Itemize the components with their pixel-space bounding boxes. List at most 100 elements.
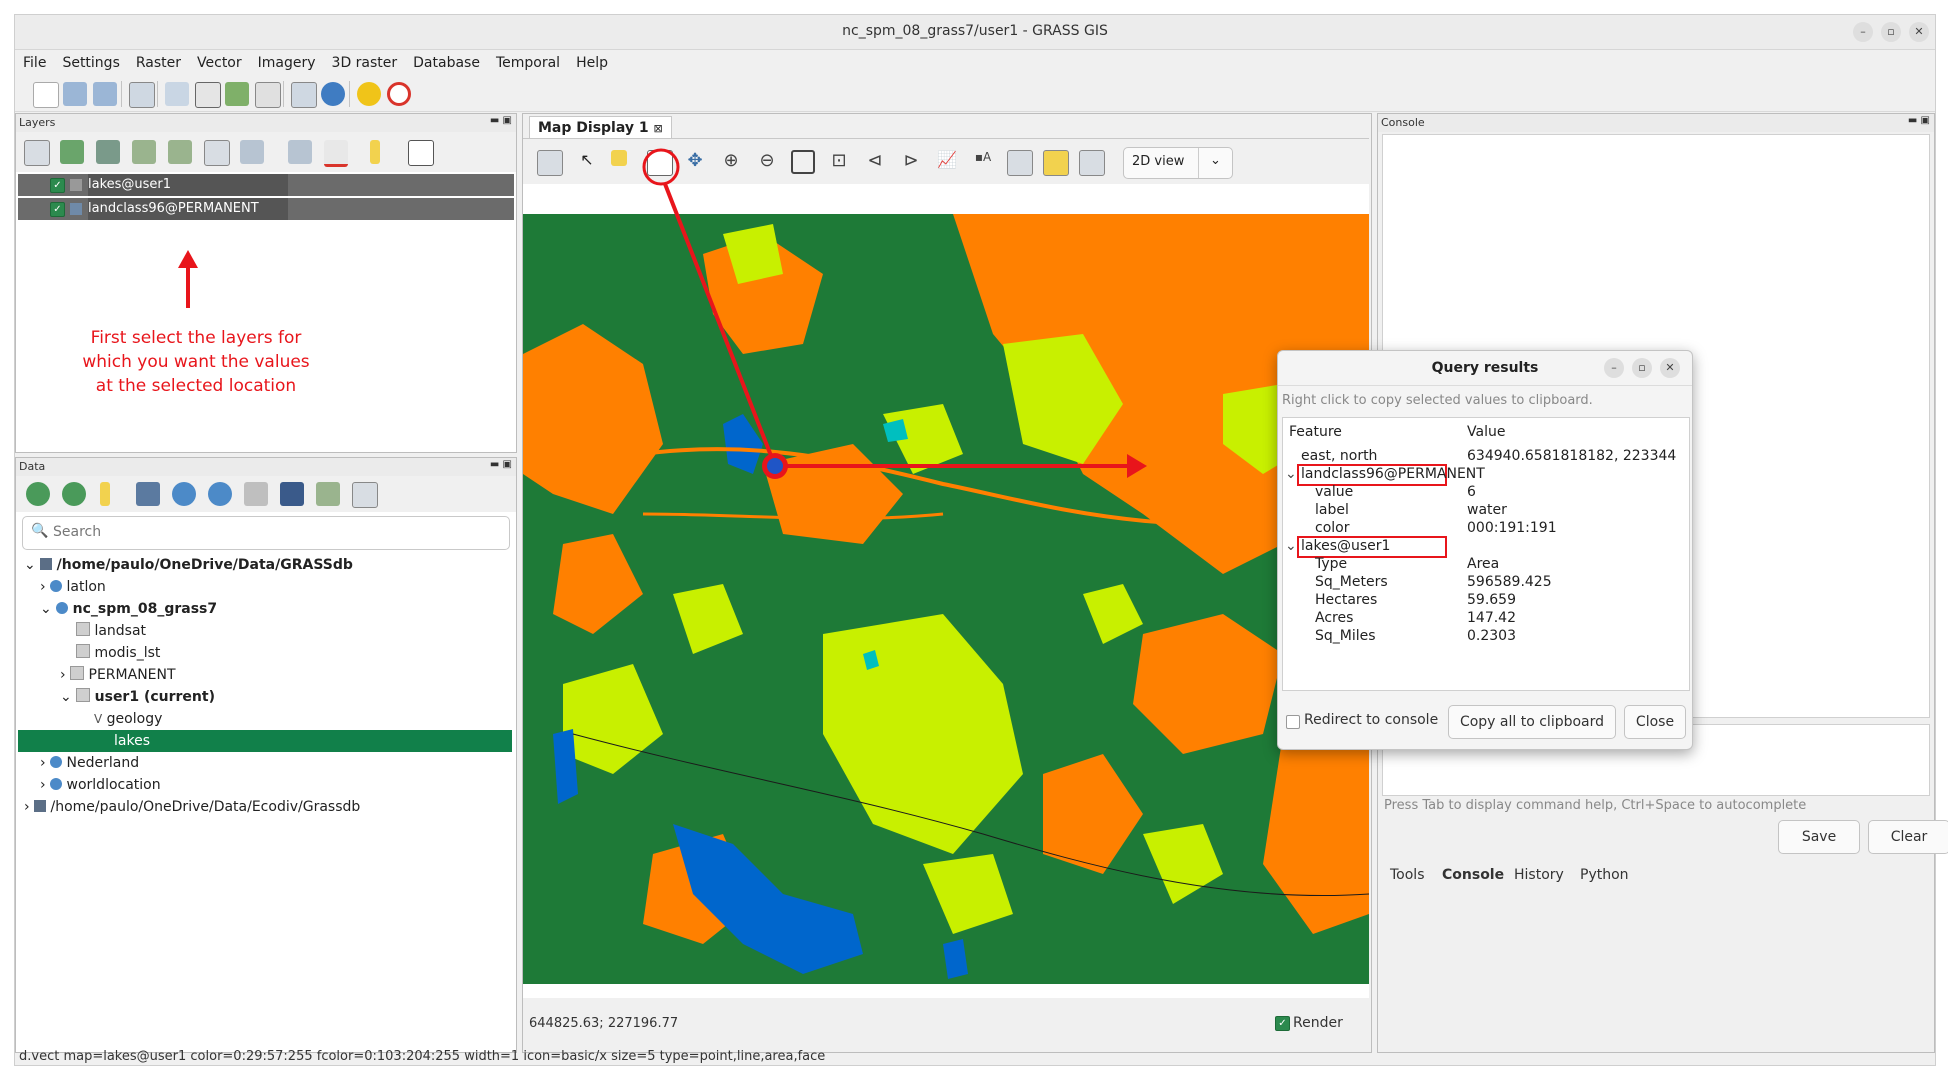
zoom-in-icon[interactable]: ⊕ <box>719 150 743 174</box>
tree-item-worldlocation[interactable]: › worldlocation <box>40 774 161 796</box>
map-canvas-area[interactable] <box>523 184 1369 998</box>
save-image-icon[interactable] <box>1007 150 1033 176</box>
menu-raster[interactable]: Raster <box>128 50 189 76</box>
redirect-checkbox[interactable] <box>1286 715 1300 729</box>
tree-item-latlon[interactable]: › latlon <box>40 576 106 598</box>
layer-landclass96-checkbox[interactable]: ✓ <box>50 202 65 217</box>
clear-button[interactable]: Clear <box>1868 820 1948 854</box>
add-raster-icon[interactable] <box>60 140 84 164</box>
layout-icon[interactable] <box>255 82 281 108</box>
layer-row-landclass96[interactable]: ✓ landclass96@PERMANENT <box>18 198 514 220</box>
georectifier-icon[interactable] <box>165 82 189 106</box>
menu-file[interactable]: File <box>15 50 54 76</box>
create-mapset-icon[interactable] <box>244 482 268 506</box>
query-results-table[interactable]: Feature Value east, north 634940.6581818… <box>1282 417 1690 691</box>
script-icon[interactable] <box>291 82 317 108</box>
tree-item-permanent[interactable]: › PERMANENT <box>60 664 176 686</box>
menu-settings[interactable]: Settings <box>54 50 127 76</box>
save-workspace-icon[interactable] <box>93 82 117 106</box>
add-group-icon[interactable] <box>240 140 264 164</box>
tree-item-modis[interactable]: modis_lst <box>76 642 160 664</box>
save-button[interactable]: Save <box>1778 820 1860 854</box>
edit-icon[interactable] <box>100 482 110 506</box>
zoom-extent-icon[interactable] <box>791 150 815 174</box>
row-type[interactable]: Type <box>1315 556 1347 572</box>
tree-item-user1[interactable]: ⌄ user1 (current) <box>60 686 215 708</box>
layer-row-lakes[interactable]: ✓ lakes@user1 <box>18 174 514 196</box>
tab-python[interactable]: Python <box>1572 862 1637 888</box>
collapse-icon[interactable]: ⌄ <box>1285 466 1297 482</box>
location-wizard-icon[interactable] <box>208 482 232 506</box>
row-hectares[interactable]: Hectares <box>1315 592 1377 608</box>
tab-tools[interactable]: Tools <box>1382 862 1433 888</box>
console-panel-controls[interactable]: ▬ ▣ <box>1908 115 1930 126</box>
dialog-maximize-button[interactable]: ▫ <box>1632 358 1652 378</box>
row-color[interactable]: color <box>1315 520 1349 536</box>
row-sq-meters[interactable]: Sq_Meters <box>1315 574 1388 590</box>
help-lifebuoy-icon[interactable] <box>387 82 411 106</box>
menu-temporal[interactable]: Temporal <box>488 50 568 76</box>
import-raster-icon[interactable] <box>280 482 304 506</box>
tree-item-nederland[interactable]: › Nederland <box>40 752 139 774</box>
data-panel-controls[interactable]: ▬ ▣ <box>490 459 512 470</box>
menu-3d-raster[interactable]: 3D raster <box>324 50 406 76</box>
menu-help[interactable]: Help <box>568 50 616 76</box>
copy-all-button[interactable]: Copy all to clipboard <box>1448 705 1616 739</box>
tree-item-ecodiv[interactable]: › /home/paulo/OneDrive/Data/Ecodiv/Grass… <box>24 796 360 818</box>
new-map-display-icon[interactable] <box>129 82 155 108</box>
attribute-table-icon[interactable] <box>408 140 434 166</box>
maximize-button[interactable]: ▫ <box>1881 22 1901 42</box>
tab-history[interactable]: History <box>1506 862 1572 888</box>
grid-icon[interactable] <box>195 82 221 108</box>
import-layer-icon[interactable] <box>288 140 312 164</box>
select-icon[interactable] <box>611 150 627 166</box>
create-database-icon[interactable] <box>136 482 160 506</box>
tab-console[interactable]: Console <box>1434 862 1512 888</box>
menu-vector[interactable]: Vector <box>189 50 250 76</box>
reload-icon[interactable] <box>26 482 50 506</box>
add-overlay-icon[interactable] <box>204 140 230 166</box>
menu-imagery[interactable]: Imagery <box>250 50 324 76</box>
data-search-box[interactable]: 🔍 Search <box>22 516 510 550</box>
layers-panel-controls[interactable]: ▬ ▣ <box>490 115 512 126</box>
add-vector-special-icon[interactable] <box>168 140 192 164</box>
row-sq-miles[interactable]: Sq_Miles <box>1315 628 1376 644</box>
dialog-close-button[interactable]: ✕ <box>1660 358 1680 378</box>
edit-vector-icon[interactable] <box>370 140 380 164</box>
reload-current-icon[interactable] <box>62 482 86 506</box>
remove-layer-icon[interactable] <box>324 140 348 167</box>
print-icon[interactable] <box>1043 150 1069 176</box>
display-map-icon[interactable] <box>537 150 563 176</box>
pointer-icon[interactable]: ↖ <box>575 150 599 174</box>
row-landclass96-group[interactable]: landclass96@PERMANENT <box>1301 466 1485 482</box>
open-workspace-icon[interactable] <box>63 82 87 106</box>
row-lakes-group[interactable]: lakes@user1 <box>1301 538 1390 554</box>
zoom-region-icon[interactable]: ⊡ <box>827 150 851 174</box>
zoom-back-icon[interactable]: ⊲ <box>863 150 887 174</box>
zoom-out-icon[interactable]: ⊖ <box>755 150 779 174</box>
tree-item-grassdb[interactable]: ⌄ /home/paulo/OneDrive/Data/GRASSdb <box>24 554 353 576</box>
close-tab-icon[interactable]: ⊠ <box>653 122 662 135</box>
layer-lakes-checkbox[interactable]: ✓ <box>50 178 65 193</box>
tree-item-landsat[interactable]: landsat <box>76 620 146 642</box>
analyze-icon[interactable]: 📈 <box>935 150 959 174</box>
add-raster-special-icon[interactable] <box>96 140 120 164</box>
settings-gear-icon[interactable] <box>357 82 381 106</box>
map-display-tab[interactable]: Map Display 1 ⊠ <box>529 116 672 139</box>
new-workspace-icon[interactable] <box>33 82 59 108</box>
python-icon[interactable] <box>321 82 345 106</box>
link-data-icon[interactable] <box>352 482 378 508</box>
map-display-settings-icon[interactable] <box>1079 150 1105 176</box>
close-window-button[interactable]: ✕ <box>1909 22 1929 42</box>
dialog-minimize-button[interactable]: – <box>1604 358 1624 378</box>
tree-item-nc-spm[interactable]: ⌄ nc_spm_08_grass7 <box>40 598 217 620</box>
render-checkbox[interactable]: ✓ <box>1275 1016 1290 1031</box>
zoom-options-icon[interactable]: ⊳ <box>899 150 923 174</box>
minimize-button[interactable]: – <box>1853 22 1873 42</box>
menu-database[interactable]: Database <box>405 50 488 76</box>
modeler-icon[interactable] <box>225 82 249 106</box>
tree-item-geology[interactable]: V geology <box>94 708 162 730</box>
tree-item-lakes-selected[interactable]: lakes <box>18 730 512 752</box>
row-acres[interactable]: Acres <box>1315 610 1353 626</box>
pan-icon[interactable]: ✥ <box>683 150 707 174</box>
